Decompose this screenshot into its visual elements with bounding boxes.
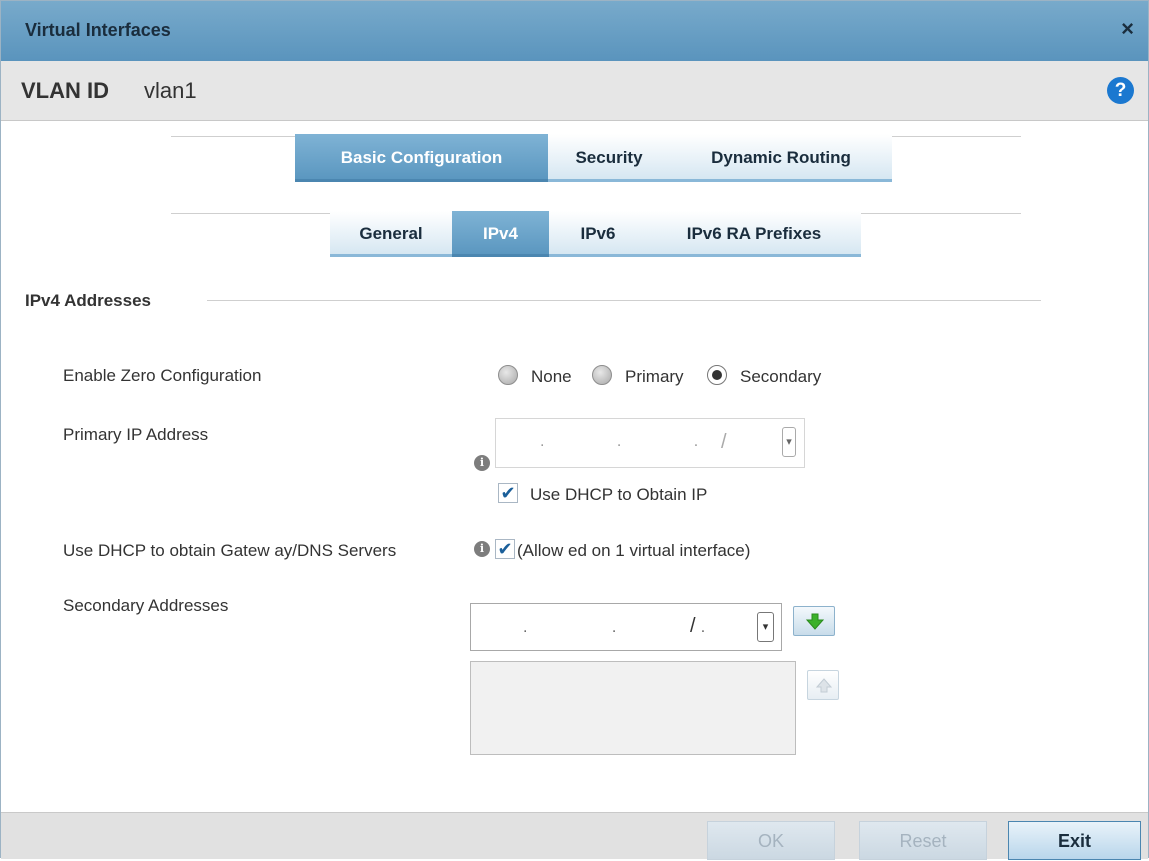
primary-ip-label: Primary IP Address — [63, 425, 209, 444]
virtual-interfaces-dialog: Virtual Interfaces × VLAN ID vlan1 ? Bas… — [0, 0, 1149, 860]
exit-button[interactable]: Exit — [1008, 821, 1141, 860]
primary-ip-info-icon[interactable]: i — [474, 455, 490, 471]
dhcp-gateway-label: Use DHCP to obtain Gatew ay/DNS Servers — [63, 541, 397, 560]
zero-config-none-radio[interactable] — [498, 365, 518, 385]
checkmark-icon: ✔ — [497, 539, 513, 559]
secondary-ip-dots: . . . — [523, 619, 746, 636]
zero-config-label: Enable Zero Configuration — [63, 366, 262, 385]
title-bar: Virtual Interfaces × — [1, 1, 1148, 61]
checkmark-icon: ✔ — [500, 483, 516, 503]
chevron-down-icon: ▾ — [786, 436, 792, 448]
help-icon[interactable]: ? — [1107, 77, 1134, 104]
tab-ipv6-ra-prefixes[interactable]: IPv6 RA Prefixes — [647, 211, 861, 257]
arrow-up-gray-icon — [815, 678, 833, 693]
close-icon[interactable]: × — [1121, 18, 1134, 40]
tab-basic-configuration[interactable]: Basic Configuration — [295, 134, 548, 182]
primary-ip-input[interactable]: . . . / ▾ — [495, 418, 805, 468]
tab-general[interactable]: General — [330, 211, 452, 257]
tab-ipv6[interactable]: IPv6 — [549, 211, 647, 257]
reset-button[interactable]: Reset — [859, 821, 987, 860]
secondary-ip-dropdown[interactable]: ▾ — [757, 612, 774, 642]
section-title: IPv4 Addresses — [25, 291, 151, 310]
tab-ipv4[interactable]: IPv4 — [452, 211, 549, 257]
dialog-title: Virtual Interfaces — [25, 20, 171, 40]
use-dhcp-ip-checkbox[interactable]: ✔ — [498, 483, 518, 503]
secondary-addresses-list[interactable] — [470, 661, 796, 755]
dhcp-gateway-checkbox[interactable]: ✔ — [495, 539, 515, 559]
ok-button[interactable]: OK — [707, 821, 835, 860]
vlan-header: VLAN ID vlan1 ? — [1, 61, 1148, 121]
zero-config-none-label: None — [531, 367, 572, 386]
primary-ip-dots: . . . — [540, 433, 733, 450]
section-divider — [207, 300, 1041, 301]
use-dhcp-ip-label: Use DHCP to Obtain IP — [530, 485, 708, 504]
secondary-addresses-label: Secondary Addresses — [63, 596, 229, 615]
dialog-footer: OK Reset Exit — [1, 812, 1148, 860]
arrow-down-green-icon — [805, 613, 825, 630]
zero-config-primary-radio[interactable] — [592, 365, 612, 385]
secondary-ip-input[interactable]: . . . / ▾ — [470, 603, 782, 651]
vlan-id-value: vlan1 — [144, 78, 197, 103]
tab-dynamic-routing[interactable]: Dynamic Routing — [670, 134, 892, 182]
primary-ip-dropdown[interactable]: ▾ — [782, 427, 796, 457]
chevron-down-icon: ▾ — [762, 621, 769, 633]
tab-security[interactable]: Security — [548, 134, 670, 182]
remove-secondary-address-button[interactable] — [807, 670, 839, 700]
add-secondary-address-button[interactable] — [793, 606, 835, 636]
zero-config-secondary-radio[interactable] — [707, 365, 727, 385]
zero-config-secondary-label: Secondary — [740, 367, 822, 386]
dhcp-gateway-note: (Allow ed on 1 virtual interface) — [517, 541, 751, 560]
dhcp-gateway-info-icon[interactable]: i — [474, 541, 490, 557]
zero-config-primary-label: Primary — [625, 367, 684, 386]
primary-ip-slash: / — [721, 431, 727, 453]
vlan-id-label: VLAN ID — [21, 78, 109, 103]
secondary-ip-slash: / — [690, 615, 696, 637]
